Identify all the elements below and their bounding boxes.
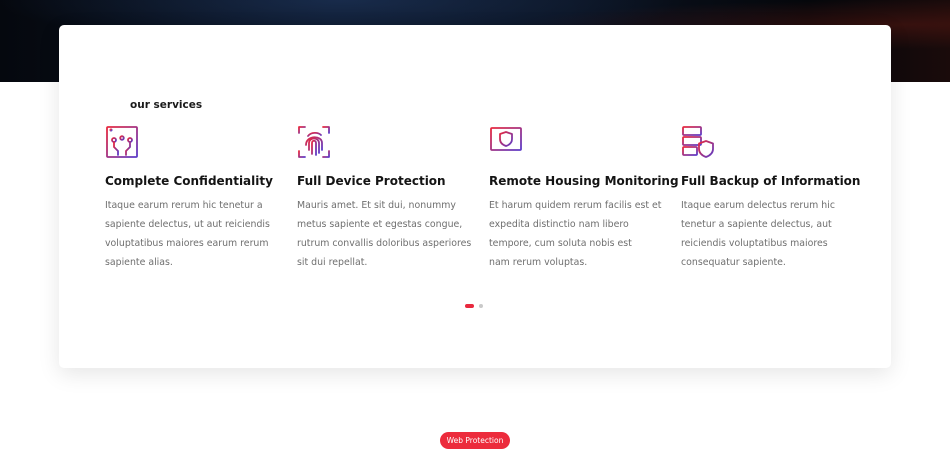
- service-title: Full Backup of Information: [681, 174, 861, 188]
- monitor-shield-icon: [490, 127, 522, 157]
- service-item-remote-monitoring: Remote Housing Monitoring Et harum quide…: [489, 125, 679, 272]
- service-title: Complete Confidentiality: [105, 174, 273, 188]
- service-description: Itaque earum delectus rerum hic tenetur …: [681, 200, 836, 268]
- service-title: Full Device Protection: [297, 174, 446, 188]
- service-description: Itaque earum rerum hic tenetur a sapient…: [105, 200, 270, 268]
- server-shield-icon: [682, 126, 714, 158]
- section-label: our services: [130, 99, 203, 111]
- fingerprint-icon: [298, 126, 330, 158]
- service-item-confidentiality: Complete Confidentiality Itaque earum re…: [105, 125, 280, 272]
- web-protection-pill[interactable]: Web Protection: [440, 432, 510, 449]
- service-item-backup: Full Backup of Information Itaque earum …: [681, 125, 861, 272]
- service-description: Et harum quidem rerum facilis est et exp…: [489, 200, 662, 268]
- service-item-device-protection: Full Device Protection Mauris amet. Et s…: [297, 125, 472, 272]
- carousel-dot[interactable]: [479, 304, 483, 308]
- service-description: Mauris amet. Et sit dui, nonummy metus s…: [297, 200, 472, 268]
- carousel-dot-active[interactable]: [465, 304, 474, 308]
- services-card: our services Complete Confidentiality It…: [59, 25, 891, 368]
- browser-circuit-icon: [106, 126, 138, 158]
- service-title: Remote Housing Monitoring: [489, 174, 679, 188]
